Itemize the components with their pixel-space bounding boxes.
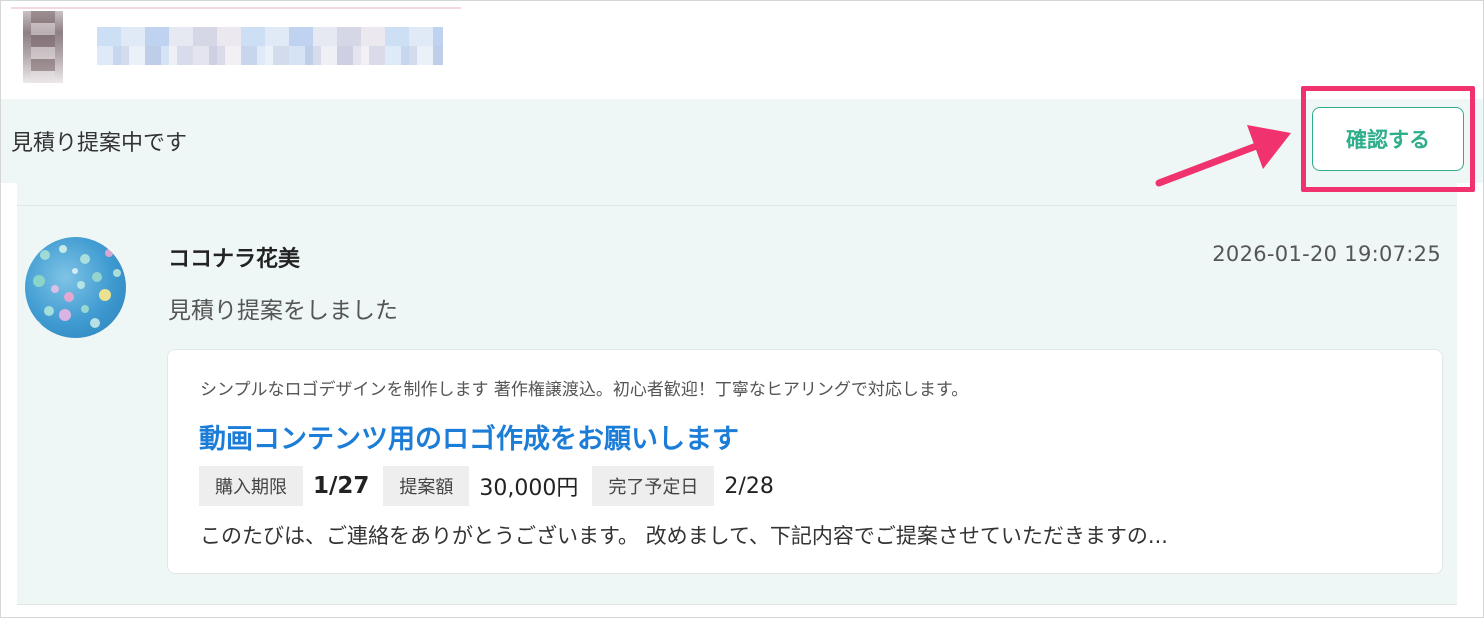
screenshot-frame: 見積り提案中です 確認する ココナラ花美 2026-01-20 19:07:25… (0, 0, 1484, 618)
completion-date-label: 完了予定日 (592, 466, 715, 506)
completion-date-value: 2/28 (724, 473, 774, 499)
message-text: 見積り提案をしました (168, 298, 398, 324)
purchase-deadline-label: 購入期限 (199, 466, 303, 506)
proposal-meta: 購入期限 1/27 提案額 30,000円 完了予定日 2/28 (199, 466, 788, 506)
confirm-button[interactable]: 確認する (1312, 107, 1464, 171)
blurred-user-avatar (23, 11, 63, 83)
status-text: 見積り提案中です (11, 131, 188, 156)
arrow-icon (1155, 125, 1291, 187)
amount-value: 30,000円 (479, 476, 579, 501)
blurred-user-name (97, 27, 443, 65)
header-decoration (11, 7, 461, 9)
purchase-deadline-value: 1/27 (313, 473, 370, 499)
request-title-link[interactable]: 動画コンテンツ用のロゴ作成をお願いします (199, 417, 739, 456)
avatar (25, 237, 126, 338)
proposal-excerpt: このたびは、ご連絡をありがとうございます。 改めまして、下記内容でご提案させてい… (200, 524, 1168, 548)
balloons-image (33, 245, 121, 329)
divider (17, 205, 1457, 206)
sender-name: ココナラ花美 (168, 247, 301, 272)
divider (17, 604, 1457, 605)
proposal-card[interactable]: シンプルなロゴデザインを制作します 著作権譲渡込。初心者歓迎！丁寧なヒアリングで… (167, 349, 1443, 574)
message-timestamp: 2026-01-20 19:07:25 (1212, 242, 1441, 266)
service-title: シンプルなロゴデザインを制作します 著作権譲渡込。初心者歓迎！丁寧なヒアリングで… (200, 380, 969, 400)
amount-label: 提案額 (383, 466, 470, 506)
